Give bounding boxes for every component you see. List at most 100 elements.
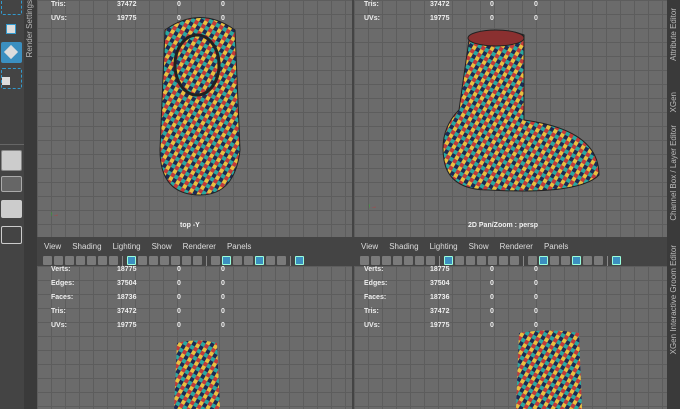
- menu-shading[interactable]: Shading: [72, 242, 101, 251]
- resolution-gate-icon[interactable]: [466, 256, 475, 265]
- stat-label: Verts:: [51, 266, 71, 273]
- viewport-bottom-left[interactable]: Verts: 18775 0 0 Edges: 37504 0 0 Faces: 18736 0…: [37, 266, 352, 409]
- shadows-icon[interactable]: [594, 256, 603, 265]
- menu-view[interactable]: View: [361, 242, 378, 251]
- menu-panels[interactable]: Panels: [227, 242, 251, 251]
- safe-action-icon[interactable]: [182, 256, 191, 265]
- boot-model-top[interactable]: [155, 10, 245, 200]
- lasso-tool-icon[interactable]: [1, 0, 22, 15]
- stat-label: Faces:: [364, 294, 387, 301]
- camera-attributes-icon[interactable]: [371, 256, 380, 265]
- stat-value: 0: [221, 266, 225, 273]
- tab-attribute-editor[interactable]: Attribute Editor: [669, 8, 678, 61]
- safe-action-icon[interactable]: [499, 256, 508, 265]
- stat-label: UVs:: [51, 15, 67, 22]
- stat-value: 0: [534, 308, 538, 315]
- isolate-select-icon[interactable]: [612, 256, 621, 265]
- stat-value: 0: [221, 280, 225, 287]
- boot-model-persp[interactable]: [429, 10, 609, 200]
- panel-menubar: View Shading Lighting Show Renderer Panels: [354, 238, 667, 254]
- menu-lighting[interactable]: Lighting: [113, 242, 141, 251]
- default-material-icon[interactable]: [233, 256, 242, 265]
- layout-two-icon[interactable]: [1, 200, 22, 218]
- menu-renderer[interactable]: Renderer: [500, 242, 533, 251]
- safe-title-icon[interactable]: [510, 256, 519, 265]
- smooth-shade-icon[interactable]: [222, 256, 231, 265]
- safe-title-icon[interactable]: [193, 256, 202, 265]
- camera-tools-icon[interactable]: [382, 256, 391, 265]
- pivot-icon[interactable]: [415, 256, 424, 265]
- boot-model-front[interactable]: [172, 338, 222, 409]
- stat-value: 0: [490, 308, 494, 315]
- camera-icon[interactable]: [43, 256, 52, 265]
- textured-icon[interactable]: [244, 256, 253, 265]
- boot-model-side[interactable]: [514, 328, 584, 409]
- grid-icon[interactable]: [127, 256, 136, 265]
- bookmark-icon[interactable]: [393, 256, 402, 265]
- viewport-top-right[interactable]: Tris: 37472 0 0 UVs: 19775 0 0 ↑→ 2D Pan/Zoom …: [354, 0, 667, 237]
- film-gate-icon[interactable]: [138, 256, 147, 265]
- stat-value: 19775: [430, 322, 450, 329]
- scale-tool-icon[interactable]: [1, 68, 22, 89]
- bookmark-icon[interactable]: [76, 256, 85, 265]
- viewport-bottom-right[interactable]: Verts: 18775 0 0 Edges: 37504 0 0 Faces: 18736 0…: [354, 266, 667, 409]
- textured-icon[interactable]: [561, 256, 570, 265]
- field-chart-icon[interactable]: [488, 256, 497, 265]
- camera-icon[interactable]: [360, 256, 369, 265]
- wireframe-icon[interactable]: [211, 256, 220, 265]
- xray-icon[interactable]: [255, 256, 264, 265]
- smooth-shade-icon[interactable]: [539, 256, 548, 265]
- hud-stats: Verts: 18775 0 0 Edges: 37504 0 0 Faces: 18736 0…: [364, 266, 538, 336]
- outliner-layout-icon[interactable]: [1, 226, 22, 244]
- tab-xgen-groom-editor[interactable]: XGen Interactive Groom Editor: [669, 245, 678, 354]
- grid-icon[interactable]: [444, 256, 453, 265]
- stat-label: Tris:: [364, 1, 379, 8]
- wireframe-icon[interactable]: [528, 256, 537, 265]
- rotate-tool-icon[interactable]: [1, 42, 22, 63]
- separator: [122, 255, 123, 266]
- render-settings-tab[interactable]: Render Settings: [24, 0, 37, 409]
- lights-icon[interactable]: [583, 256, 592, 265]
- stat-value: 0: [221, 294, 225, 301]
- grease-pencil-icon[interactable]: [426, 256, 435, 265]
- camera-label: 2D Pan/Zoom : persp: [468, 222, 539, 229]
- tab-xgen[interactable]: XGen: [669, 92, 678, 112]
- gate-mask-icon[interactable]: [160, 256, 169, 265]
- stat-label: Faces:: [51, 294, 74, 301]
- menu-lighting[interactable]: Lighting: [430, 242, 458, 251]
- stat-value: 0: [177, 322, 181, 329]
- shadows-icon[interactable]: [277, 256, 286, 265]
- resolution-gate-icon[interactable]: [149, 256, 158, 265]
- stat-value: 0: [177, 308, 181, 315]
- gate-mask-icon[interactable]: [477, 256, 486, 265]
- pivot-icon[interactable]: [98, 256, 107, 265]
- stat-value: 18775: [117, 266, 137, 273]
- menu-view[interactable]: View: [44, 242, 61, 251]
- isolate-select-icon[interactable]: [295, 256, 304, 265]
- image-plane-icon[interactable]: [87, 256, 96, 265]
- tab-channel-box[interactable]: Channel Box / Layer Editor: [669, 125, 678, 221]
- image-plane-icon[interactable]: [404, 256, 413, 265]
- layout-four-icon[interactable]: [1, 176, 22, 192]
- menu-show[interactable]: Show: [152, 242, 172, 251]
- menu-panels[interactable]: Panels: [544, 242, 568, 251]
- menu-shading[interactable]: Shading: [389, 242, 418, 251]
- lights-icon[interactable]: [266, 256, 275, 265]
- camera-tools-icon[interactable]: [65, 256, 74, 265]
- move-tool-icon[interactable]: [1, 19, 22, 40]
- stat-value: 0: [221, 322, 225, 329]
- camera-attributes-icon[interactable]: [54, 256, 63, 265]
- default-material-icon[interactable]: [550, 256, 559, 265]
- menu-show[interactable]: Show: [469, 242, 489, 251]
- xray-icon[interactable]: [572, 256, 581, 265]
- layout-single-icon[interactable]: [1, 150, 22, 171]
- film-gate-icon[interactable]: [455, 256, 464, 265]
- stat-value: 37504: [117, 280, 137, 287]
- axis-gizmo: ↑→: [368, 204, 377, 210]
- viewport-top-left[interactable]: Tris: 37472 0 0 UVs: 19775 0 0 ↑→ top -Y: [37, 0, 352, 237]
- stat-value: 0: [490, 266, 494, 273]
- field-chart-icon[interactable]: [171, 256, 180, 265]
- menu-renderer[interactable]: Renderer: [183, 242, 216, 251]
- tool-box: [0, 0, 24, 409]
- grease-pencil-icon[interactable]: [109, 256, 118, 265]
